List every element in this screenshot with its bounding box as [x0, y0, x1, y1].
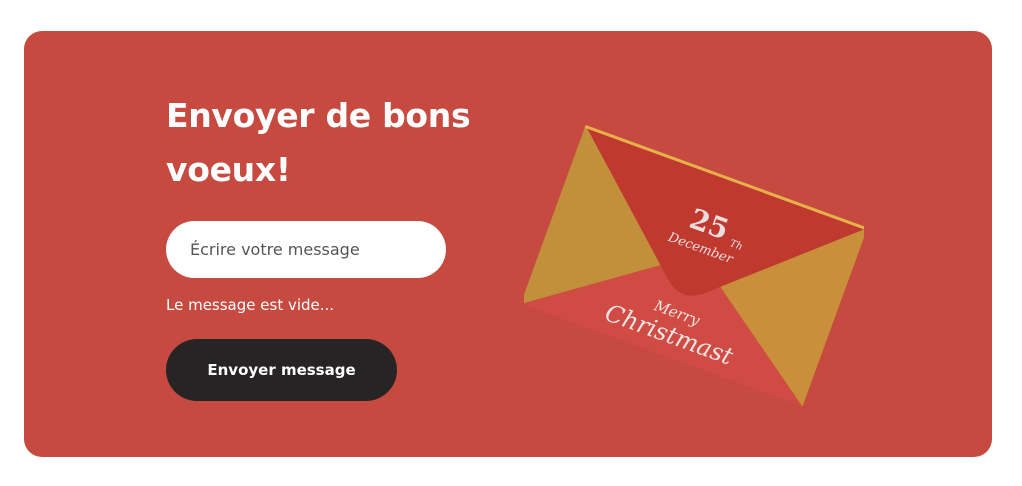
page-title: Envoyer de bons voeux!: [166, 96, 471, 189]
validation-message: Le message est vide...: [166, 296, 335, 314]
christmas-envelope-illustration: 25 Th December Merry Christmast: [524, 124, 864, 407]
send-message-button[interactable]: Envoyer message: [166, 339, 397, 401]
greeting-card-panel: Envoyer de bons voeux! Le message est vi…: [24, 31, 992, 457]
message-input[interactable]: [166, 221, 446, 278]
